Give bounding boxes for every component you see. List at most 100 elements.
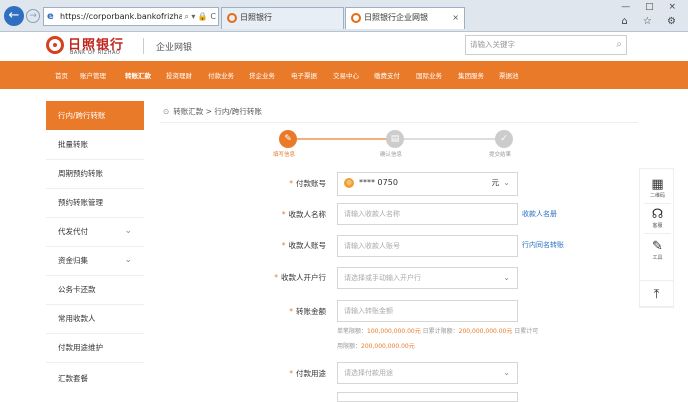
arrow-right-icon: →: [29, 11, 37, 21]
sidebar-item-package[interactable]: 汇款套餐: [46, 364, 144, 393]
single-limit-label: 单笔限额：: [337, 328, 368, 335]
tools-button[interactable]: ✎ 工具: [640, 239, 675, 262]
payer-account-value: **** 0750: [359, 178, 398, 187]
step-result-icon: ✓: [495, 130, 513, 148]
payee-bank-label: * 收款人开户行: [232, 272, 326, 283]
limits-line-2: 用限额：200,000,000.00元: [337, 341, 415, 350]
bank-favicon-icon: [227, 13, 237, 23]
toolbar-divider: [644, 203, 671, 204]
payee-bank-label-text: 收款人开户行: [281, 273, 326, 282]
sidebar-item-scheduled[interactable]: 预约转账管理: [46, 188, 144, 217]
payee-directory-link[interactable]: 收款人名册: [522, 209, 557, 219]
toolbar-divider: [644, 233, 671, 234]
nav-item-trading[interactable]: 交易中心: [333, 70, 359, 80]
required-mark: *: [289, 369, 293, 378]
tab-label: 日照银行: [240, 13, 272, 22]
scroll-to-top-button[interactable]: ⤒: [639, 280, 674, 307]
sidebar-divider: [46, 362, 144, 363]
tools-label: 工具: [652, 255, 663, 261]
nav-item-international[interactable]: 国际业务: [416, 70, 442, 80]
nav-item-group[interactable]: 集团服务: [458, 70, 484, 80]
address-url: https://corporbank.bankofrizhao...: [60, 12, 196, 21]
amount-input[interactable]: 请输入转账金额: [337, 300, 518, 322]
arrow-left-icon: ←: [8, 8, 20, 23]
currency-label: 元: [491, 178, 500, 187]
main-nav: 首页 账户管理 转账汇款 投资理财 付款业务 贷企业务 电子票据 交易中心 缴费…: [0, 61, 688, 89]
browser-command-icons[interactable]: ⌂ ☆ ⚙: [621, 16, 682, 27]
required-mark: *: [289, 307, 293, 316]
search-icon[interactable]: ⌕: [616, 36, 622, 54]
daily-limit-label: 日累计限额：: [420, 328, 459, 335]
sidebar-item-funds[interactable]: 资金归集 ⌄: [46, 246, 144, 275]
nav-item-bill-pay[interactable]: 缴费支付: [374, 70, 400, 80]
payer-account-select[interactable]: ◎ **** 0750 元 ⌄: [337, 172, 518, 196]
sidebar-item-purpose[interactable]: 付款用途维护: [46, 333, 144, 362]
tab-corporate-banking[interactable]: 日照银行企业网银 ×: [345, 7, 465, 29]
location-pin-icon: ⊙: [163, 107, 170, 116]
available-limit-label-end: 用限额：: [337, 343, 362, 350]
forward-button[interactable]: →: [26, 9, 40, 23]
nav-item-bill-pool[interactable]: 票据池: [499, 70, 519, 80]
back-button[interactable]: ←: [4, 6, 24, 26]
nav-item-payment[interactable]: 付款业务: [208, 70, 234, 80]
sidebar-item-label: 批量转账: [58, 140, 88, 149]
payee-account-placeholder: 请输入收款人账号: [344, 242, 400, 250]
breadcrumb-divider: [160, 122, 638, 123]
purpose-select[interactable]: 请选择付款用途 ⌄: [337, 362, 518, 384]
required-mark: *: [281, 210, 286, 219]
payee-name-label-text: 收款人名称: [288, 210, 327, 219]
arrow-up-icon: ⤒: [653, 287, 660, 302]
tab-rizhao-bank[interactable]: 日照银行: [221, 7, 344, 29]
sidebar-item-label: 预约转账管理: [58, 198, 103, 207]
sidebar-item-label: 行内/跨行转账: [58, 111, 106, 120]
sidebar-item-payees[interactable]: 常用收款人: [46, 304, 144, 333]
same-name-transfer-link[interactable]: 行内同名转账: [522, 240, 564, 250]
search-placeholder: 请输入关键字: [470, 40, 515, 49]
payer-account-label-text: 付款账号: [296, 179, 326, 188]
payee-bank-select[interactable]: 请选择或手动输入开户行 ⌄: [337, 267, 518, 289]
sidebar-item-official-card[interactable]: 公务卡还款: [46, 275, 144, 304]
payee-account-input[interactable]: 请输入收款人账号: [337, 235, 518, 257]
wrench-icon: ✎: [652, 239, 663, 254]
chevron-down-icon: ⌄: [503, 368, 510, 377]
nav-item-accounts[interactable]: 账户管理: [80, 70, 106, 80]
sidebar-item-label: 常用收款人: [58, 314, 96, 323]
bank-logo-icon: [46, 36, 64, 54]
payee-name-input[interactable]: 请输入收款人名称: [337, 203, 518, 225]
sidebar-item-agency[interactable]: 代发代付 ⌄: [46, 217, 144, 246]
bank-logo[interactable]: 日照银行 BANK OF RIZHAO: [46, 34, 136, 58]
account-icon: ◎: [344, 178, 354, 188]
sidebar-item-batch[interactable]: 批量转账: [46, 130, 144, 159]
bank-favicon-icon: [351, 13, 361, 23]
ie-logo-icon: e: [47, 11, 54, 22]
amount-label-text: 转账金额: [296, 307, 326, 316]
tab-close-icon[interactable]: ×: [452, 8, 459, 28]
step-fill-info-icon: ✎: [279, 130, 297, 148]
customer-service-button[interactable]: ☊ 客服: [640, 207, 675, 230]
nav-item-e-bills[interactable]: 电子票据: [291, 70, 317, 80]
sidebar-item-periodic[interactable]: 周期预约转账: [46, 159, 144, 188]
qr-code-button[interactable]: ▦ 二维码: [640, 177, 675, 200]
address-bar-icons[interactable]: ⌕ ▾ 🔒 C: [182, 8, 216, 25]
nav-item-home[interactable]: 首页: [55, 70, 68, 80]
sidebar-item-label: 周期预约转账: [58, 169, 103, 178]
sidebar-item-label: 汇款套餐: [58, 374, 88, 383]
step-fill-info-label: 填写信息: [273, 152, 296, 158]
chevron-down-icon: ⌄: [124, 226, 132, 236]
daily-limit-value: 200,000,000.00元: [458, 328, 513, 335]
required-mark: *: [281, 241, 286, 250]
nav-item-loans[interactable]: 贷企业务: [249, 70, 275, 80]
qr-label: 二维码: [649, 193, 665, 199]
next-field-partial[interactable]: [337, 392, 518, 402]
address-bar[interactable]: e https://corporbank.bankofrizhao... ⌕ ▾…: [43, 7, 219, 26]
nav-item-transfer[interactable]: 转账汇款: [125, 70, 151, 80]
headset-icon: ☊: [651, 207, 664, 222]
search-input[interactable]: 请输入关键字 ⌕: [465, 35, 627, 55]
step-confirm-icon: ▤: [386, 130, 404, 148]
sidebar-item-label: 代发代付: [58, 227, 88, 236]
nav-item-investment[interactable]: 投资理财: [166, 70, 192, 80]
sidebar-item-transfer[interactable]: 行内/跨行转账: [46, 101, 144, 130]
window-controls[interactable]: — □ ×: [621, 2, 682, 12]
available-limit-label-start: 日累计可: [512, 328, 539, 335]
payee-account-label: * 收款人账号: [232, 240, 326, 251]
